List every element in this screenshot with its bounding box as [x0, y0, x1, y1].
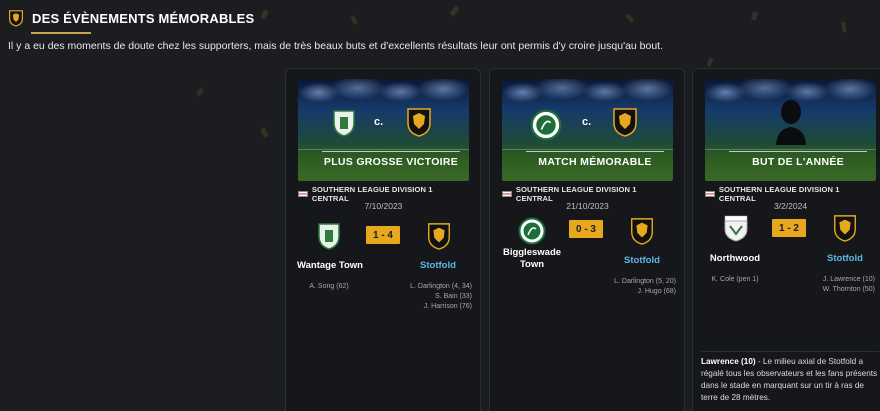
scorer: S. Bain (33) — [435, 293, 472, 300]
player-silhouette-icon — [776, 100, 806, 145]
wantage-town-crest-icon — [333, 110, 355, 137]
event-card-goal-of-the-year[interactable]: BUT DE L'ANNÉE SOUTHERN LEAGUE DIVISION … — [692, 68, 880, 411]
stotfold-crest-icon[interactable] — [629, 217, 655, 245]
stotfold-crest-icon — [613, 108, 637, 137]
away-team-name[interactable]: Stotfold — [807, 253, 880, 265]
event-card-biggest-win[interactable]: c. PLUS GROSSE VICTOIRE SOUTHERN LEAGUE … — [285, 68, 481, 411]
wantage-town-crest-icon[interactable] — [316, 222, 342, 250]
pitch-line — [705, 149, 876, 150]
england-flag-icon — [502, 191, 512, 197]
match-score[interactable]: 0 - 3 — [569, 220, 603, 238]
away-team-name[interactable]: Stotfold — [400, 260, 476, 272]
title-underline — [31, 32, 91, 34]
goal-scorer-name[interactable]: Lawrence (10) — [701, 357, 756, 366]
scorer: W. Thornton (50) — [822, 286, 875, 293]
home-team-name[interactable]: Northwood — [697, 253, 773, 265]
section-header: DES ÉVÈNEMENTS MÉMORABLES — [8, 7, 254, 29]
confetti — [751, 11, 758, 21]
home-scorers: K. Cole (pen 1) — [697, 275, 773, 285]
event-banner: c. MATCH MÉMORABLE — [502, 79, 673, 181]
confetti — [260, 9, 269, 20]
stotfold-crest-icon — [407, 108, 431, 137]
confetti — [260, 127, 269, 138]
biggleswade-town-crest-icon — [530, 109, 562, 141]
stotfold-crest-icon[interactable] — [832, 214, 858, 242]
england-flag-icon — [705, 191, 715, 197]
confetti — [350, 15, 358, 25]
home-team-name-line: Biggleswade — [502, 247, 562, 258]
scorer: J. Lawrence (10) — [822, 276, 875, 283]
confetti — [841, 21, 847, 33]
away-scorers: J. Lawrence (10) W. Thornton (50) — [785, 275, 875, 295]
confetti — [449, 5, 460, 17]
match-date: 7/10/2023 — [364, 201, 403, 211]
goal-description: Lawrence (10) - Le milieu axial de Stotf… — [701, 356, 879, 404]
biggleswade-town-crest-icon[interactable] — [518, 217, 546, 245]
event-banner: BUT DE L'ANNÉE — [705, 79, 876, 181]
away-scorers: L. Darlington (5, 20) J. Hugo (68) — [572, 277, 676, 297]
event-card-memorable-match[interactable]: c. MATCH MÉMORABLE SOUTHERN LEAGUE DIVIS… — [489, 68, 685, 411]
away-team-name[interactable]: Stotfold — [604, 255, 680, 267]
northwood-crest-icon[interactable] — [723, 214, 749, 242]
page-title: DES ÉVÈNEMENTS MÉMORABLES — [32, 10, 255, 26]
competition-row[interactable]: SOUTHERN LEAGUE DIVISION 1 CENTRAL — [298, 185, 469, 203]
england-flag-icon — [298, 191, 308, 197]
stotfold-crest-icon — [9, 10, 23, 27]
home-team-name[interactable]: Wantage Town — [290, 260, 370, 272]
banner-label: MATCH MÉMORABLE — [526, 151, 664, 171]
competition-row[interactable]: SOUTHERN LEAGUE DIVISION 1 CENTRAL — [502, 185, 673, 203]
versus-label: c. — [374, 116, 384, 128]
divider — [701, 351, 879, 352]
scorer: K. Cole (pen 1) — [711, 276, 759, 283]
intro-text: Il y a eu des moments de doute chez les … — [8, 40, 664, 52]
competition-row[interactable]: SOUTHERN LEAGUE DIVISION 1 CENTRAL — [705, 185, 876, 203]
away-scorers: L. Darlington (4, 34) S. Bain (33) J. Ha… — [378, 282, 472, 312]
match-date: 3/2/2024 — [773, 201, 808, 211]
stotfold-crest-icon[interactable] — [426, 222, 452, 250]
banner-label: BUT DE L'ANNÉE — [729, 151, 867, 171]
stadium-lights — [298, 79, 469, 124]
match-date: 21/10/2023 — [566, 201, 609, 211]
banner-label: PLUS GROSSE VICTOIRE — [322, 151, 460, 171]
versus-label: c. — [582, 116, 592, 128]
home-scorers: A. Song (62) — [294, 282, 364, 292]
scorer: J. Hugo (68) — [637, 288, 676, 295]
match-score[interactable]: 1 - 4 — [366, 226, 400, 244]
confetti — [625, 13, 635, 24]
pitch-line — [502, 149, 673, 150]
event-banner: c. PLUS GROSSE VICTOIRE — [298, 79, 469, 181]
confetti — [196, 87, 204, 97]
home-team-name[interactable]: Biggleswade Town — [494, 247, 570, 271]
scorer: L. Darlington (5, 20) — [614, 278, 676, 285]
scorer: A. Song (62) — [309, 283, 349, 290]
match-score[interactable]: 1 - 2 — [772, 219, 806, 237]
confetti — [706, 57, 714, 67]
scorer: L. Darlington (4, 34) — [410, 283, 472, 290]
pitch-line — [298, 149, 469, 150]
scorer: J. Harrison (76) — [423, 303, 472, 310]
home-team-name-line: Town — [519, 259, 545, 270]
